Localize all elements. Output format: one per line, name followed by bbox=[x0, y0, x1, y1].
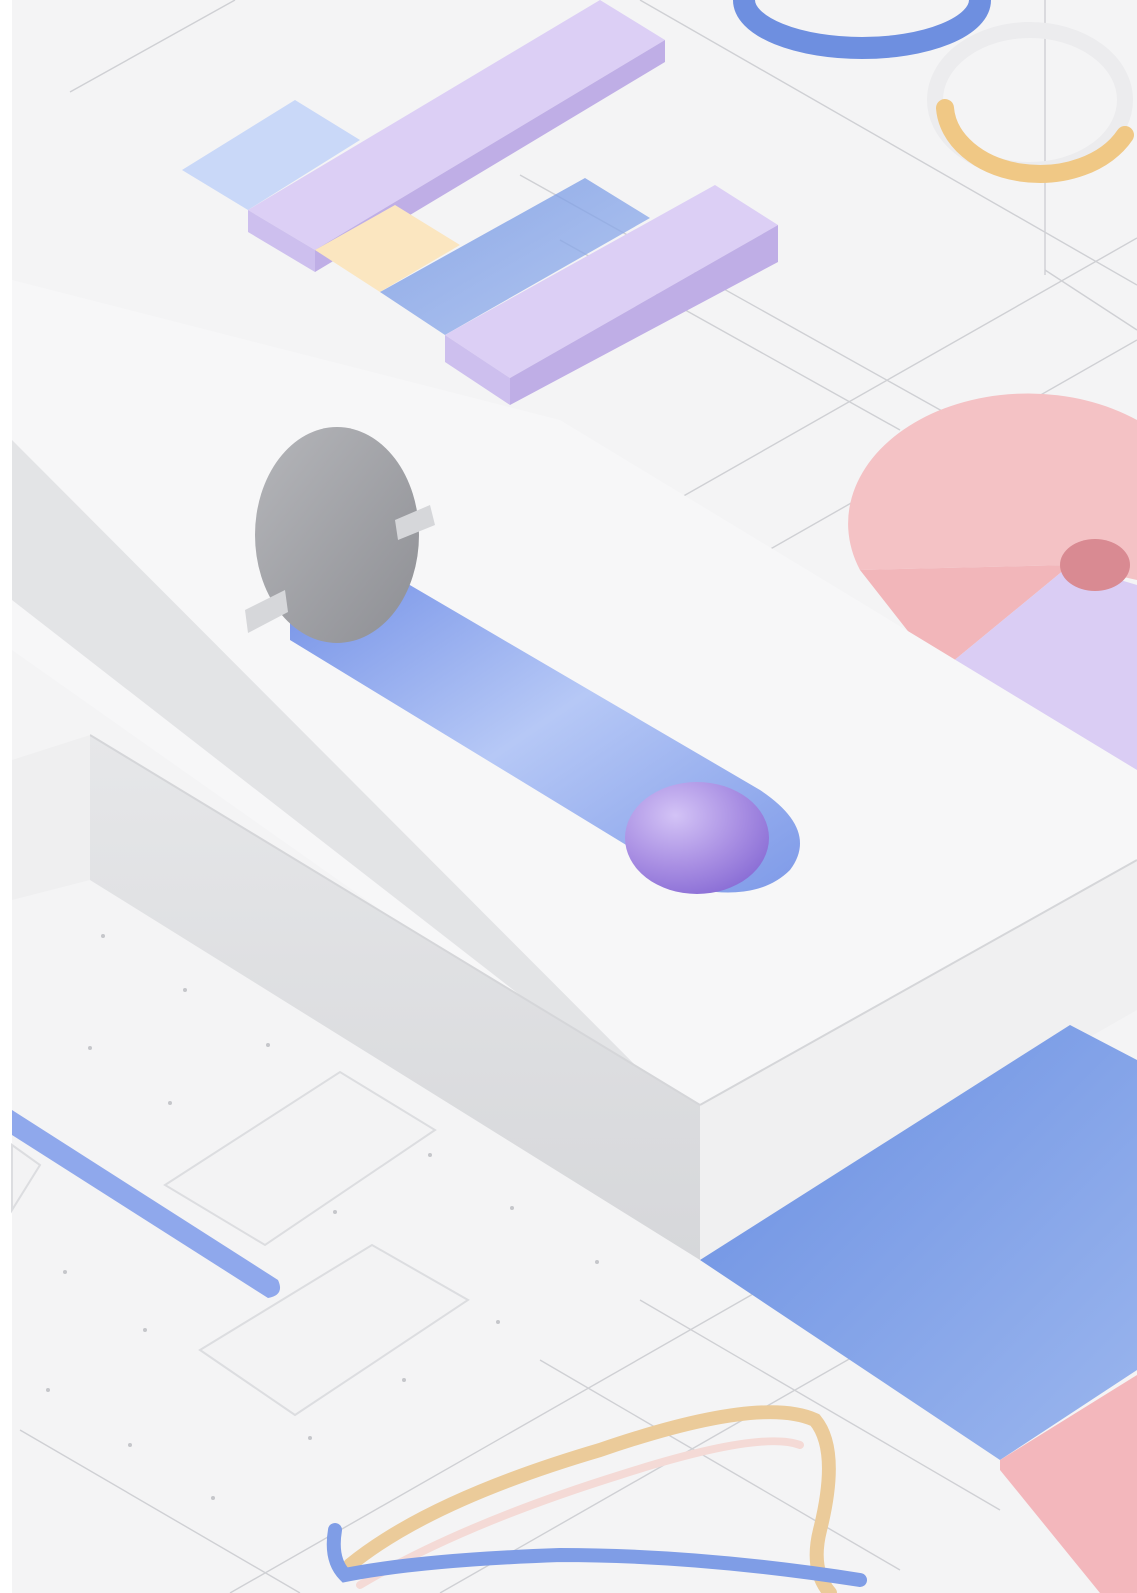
illustration-canvas bbox=[0, 0, 1137, 1593]
pie-hole bbox=[1060, 539, 1130, 591]
isometric-scene bbox=[11, 0, 1137, 1593]
purple-ball bbox=[625, 782, 769, 894]
